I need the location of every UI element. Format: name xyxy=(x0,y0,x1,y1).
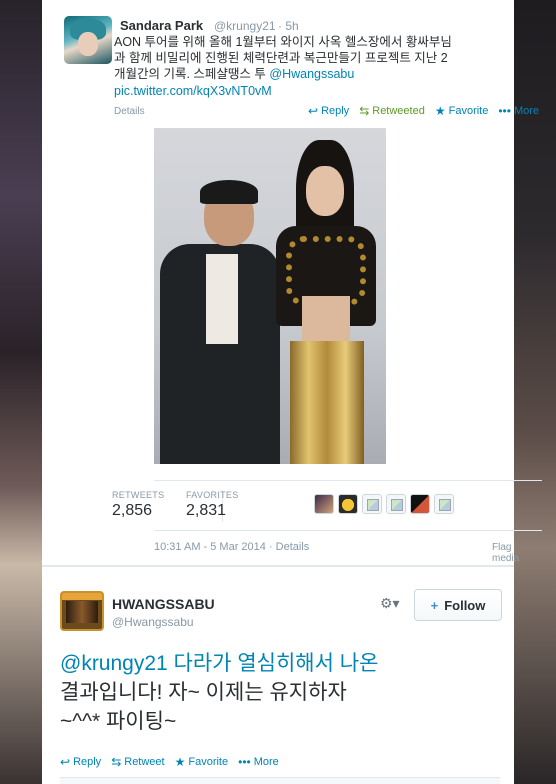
reply-label: Reply xyxy=(321,105,350,117)
reply-card: HWANGSSABU @Hwangssabu ⚙▾ + Follow @krun… xyxy=(42,566,514,784)
avatar[interactable] xyxy=(60,591,104,631)
details-link[interactable]: Details xyxy=(114,106,145,117)
reply-button[interactable]: ↩ Reply xyxy=(308,104,349,118)
avatar-face xyxy=(78,32,98,56)
author-handle[interactable]: @krungy21 xyxy=(214,19,276,33)
more-icon: ••• xyxy=(238,755,251,769)
gear-icon[interactable]: ⚙▾ xyxy=(380,595,400,612)
reply-actions: ↩ Reply ⇆ Retweet ★ Favorite ••• More xyxy=(60,755,279,769)
tweet-photo[interactable] xyxy=(154,128,386,464)
broken-image-icon[interactable] xyxy=(362,494,382,514)
broken-image-icon[interactable] xyxy=(386,494,406,514)
photo-man-shirt xyxy=(206,254,238,344)
retweeted-label: Retweeted xyxy=(372,105,425,117)
favoriter-avatar[interactable] xyxy=(338,494,358,514)
more-button[interactable]: ••• More xyxy=(498,104,539,118)
avatar-figures xyxy=(66,601,98,623)
add-user-icon: + xyxy=(430,597,439,613)
avatar-banner xyxy=(62,593,102,600)
photo-man-cap xyxy=(200,180,258,204)
author-name[interactable]: Sandara Park xyxy=(120,18,203,33)
retweet-label: Retweet xyxy=(124,756,165,768)
reply-icon: ↩ xyxy=(60,755,71,769)
reply-icon: ↩ xyxy=(308,104,319,118)
retweet-button[interactable]: ⇆ Retweet xyxy=(111,755,164,769)
follow-button[interactable]: + Follow xyxy=(414,589,502,621)
tweet-text-line: 개월간의 기록. 스페샬땡스 투 @Hwangssabu xyxy=(114,66,504,82)
mention-link[interactable]: @krungy21 다라가 열심히해서 나온 xyxy=(60,652,378,675)
star-icon: ★ xyxy=(174,755,186,769)
tweet-actions: ↩ Reply ⇆ Retweeted ★ Favorite ••• More xyxy=(308,104,539,118)
pic-link[interactable]: pic.twitter.com/kqX3vNT0vM xyxy=(114,84,272,98)
reply-button[interactable]: ↩ Reply xyxy=(60,755,101,769)
background-left-photo xyxy=(0,0,42,784)
divider xyxy=(154,530,542,531)
reply-text: @krungy21 다라가 열심히해서 나온 결과입니다! 자~ 이제는 유지하… xyxy=(60,649,500,736)
author-handle[interactable]: @Hwangssabu xyxy=(112,615,194,629)
favorites-count[interactable]: 2,831 xyxy=(186,502,226,520)
star-icon: ★ xyxy=(434,104,446,118)
favoriter-avatar[interactable] xyxy=(410,494,430,514)
photo-woman-face xyxy=(306,166,344,216)
divider xyxy=(154,480,542,481)
retweet-icon: ⇆ xyxy=(111,755,122,769)
favorite-label: Favorite xyxy=(448,105,489,117)
tweet-text-fragment: 개월간의 기록. 스페샬땡스 투 xyxy=(114,67,270,81)
avatar[interactable] xyxy=(64,16,112,64)
favorite-button[interactable]: ★ Favorite xyxy=(175,755,229,769)
broken-image-icon[interactable] xyxy=(434,494,454,514)
tweet-card: Sandara Park @krungy21 · 5h AON 투어를 위해 올… xyxy=(42,0,542,566)
tweet-text-line: AON 투어를 위해 올해 1월부터 와이지 사옥 헬스장에서 황싸부님 xyxy=(114,35,452,49)
more-button[interactable]: ••• More xyxy=(238,755,279,769)
retweets-label: RETWEETS xyxy=(112,490,165,500)
tweet-text: AON 투어를 위해 올해 1월부터 와이지 사옥 헬스장에서 황싸부님 과 함… xyxy=(114,34,504,82)
retweet-icon: ⇆ xyxy=(359,104,370,118)
follow-label: Follow xyxy=(444,597,486,613)
more-label: More xyxy=(513,105,540,117)
photo-woman-belly xyxy=(302,296,350,346)
more-label: More xyxy=(253,756,279,768)
favorite-label: Favorite xyxy=(188,756,229,768)
reply-text-line: 결과입니다! 자~ 이제는 유지하자 xyxy=(60,681,347,704)
retweet-button[interactable]: ⇆ Retweeted xyxy=(359,104,425,118)
favorite-button[interactable]: ★ Favorite xyxy=(435,104,489,118)
photo-man xyxy=(160,180,280,464)
mention-link[interactable]: @Hwangssabu xyxy=(269,67,354,81)
photo-woman xyxy=(266,136,384,464)
author-name[interactable]: HWANGSSABU xyxy=(112,596,215,612)
footer-strip xyxy=(60,777,500,784)
favoriters-avatars xyxy=(314,494,454,514)
more-icon: ••• xyxy=(498,104,511,118)
photo-woman-pants xyxy=(290,341,364,464)
favorites-label: FAVORITES xyxy=(186,490,239,500)
retweets-count[interactable]: 2,856 xyxy=(112,502,152,520)
tweet-timestamp[interactable]: 10:31 AM - 5 Mar 2014 · Details xyxy=(154,541,309,553)
reply-text-line: ~^^* 파이팅~ xyxy=(60,710,177,733)
favoriter-avatar[interactable] xyxy=(314,494,334,514)
flag-media-link[interactable]: Flag media xyxy=(492,542,519,564)
tweet-text-line: 과 함께 비밀리에 진행된 체력단련과 복근만들기 프로젝트 지난 2 xyxy=(114,51,448,65)
reply-text-line: @krungy21 다라가 열심히해서 나온 xyxy=(60,649,500,678)
reply-label: Reply xyxy=(73,756,102,768)
tweet-time[interactable]: · 5h xyxy=(278,19,299,33)
